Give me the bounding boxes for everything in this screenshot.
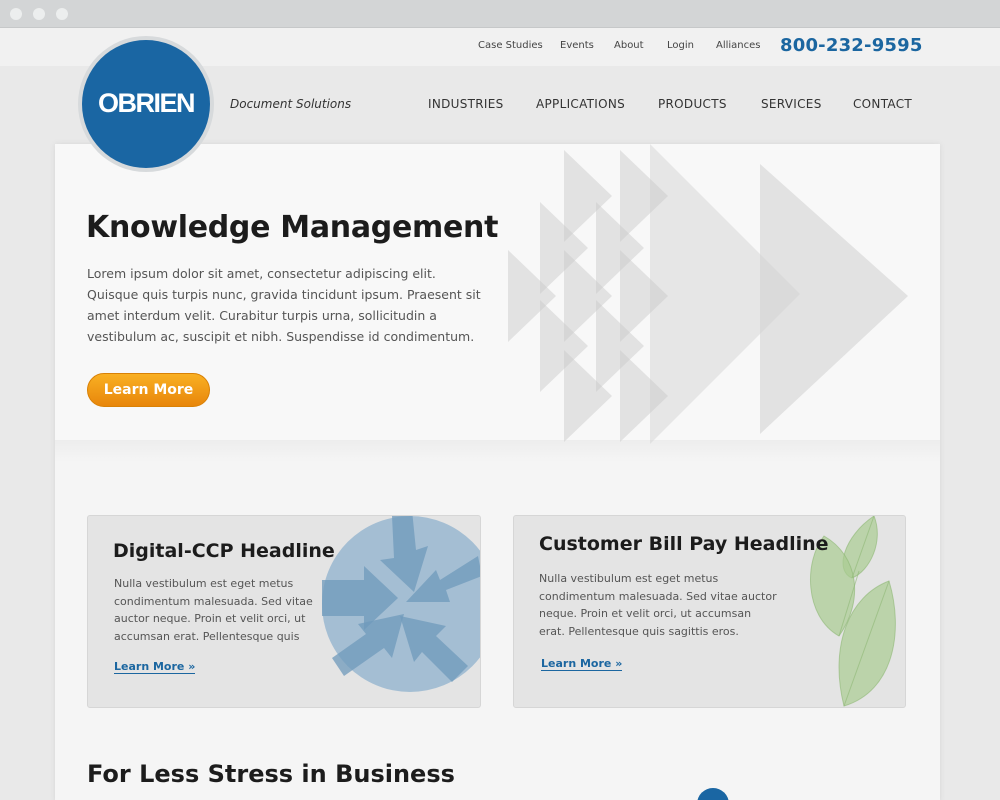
util-link-alliances[interactable]: Alliances (716, 40, 761, 51)
util-link-about[interactable]: About (614, 40, 644, 51)
nav-services[interactable]: SERVICES (761, 97, 822, 111)
util-link-case-studies[interactable]: Case Studies (478, 40, 543, 51)
hero-triangles-graphic (508, 144, 908, 444)
nav-industries[interactable]: INDUSTRIES (428, 97, 504, 111)
card-body: Nulla vestibulum est eget metus condimen… (114, 577, 313, 643)
card-body: Nulla vestibulum est eget metus condimen… (539, 572, 777, 638)
feature-card-bill-pay: Customer Bill Pay Headline Nulla vestibu… (513, 515, 906, 708)
phone-number[interactable]: 800-232-9595 (780, 35, 923, 56)
brand-tagline: Document Solutions (230, 97, 352, 111)
hero-description: Lorem ipsum dolor sit amet, consectetur … (87, 266, 481, 344)
util-link-events[interactable]: Events (560, 40, 594, 51)
brand-logo[interactable]: OBRIEN (82, 40, 210, 168)
section-title: For Less Stress in Business (87, 760, 455, 788)
window-maximize-dot[interactable] (56, 8, 68, 20)
nav-products[interactable]: PRODUCTS (658, 97, 727, 111)
card-title: Digital-CCP Headline (113, 540, 335, 562)
nav-contact[interactable]: CONTACT (853, 97, 912, 111)
feature-card-digital-ccp: Digital-CCP Headline Nulla vestibulum es… (87, 515, 481, 708)
browser-toolbar (0, 0, 1000, 28)
logo-text: OBRIEN (97, 87, 196, 118)
card-learn-more-link[interactable]: Learn More » (541, 657, 623, 671)
arrows-graphic (322, 516, 480, 692)
card-title: Customer Bill Pay Headline (539, 533, 829, 555)
nav-applications[interactable]: APPLICATIONS (536, 97, 625, 111)
hero-title: Knowledge Management (86, 210, 499, 245)
window-minimize-dot[interactable] (33, 8, 45, 20)
learn-more-button[interactable]: Learn More (87, 373, 210, 407)
window-close-dot[interactable] (10, 8, 22, 20)
util-link-login[interactable]: Login (667, 40, 694, 51)
card-learn-more-link[interactable]: Learn More » (114, 660, 196, 674)
